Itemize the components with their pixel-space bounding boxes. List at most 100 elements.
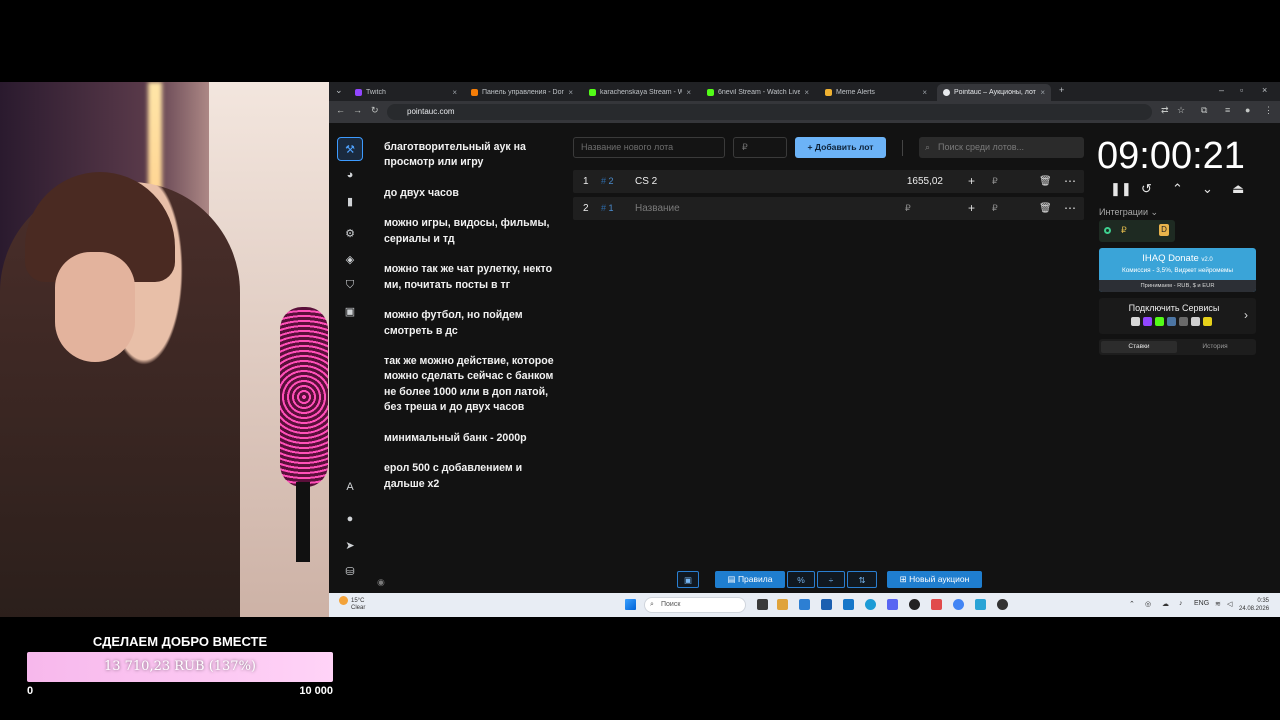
menu-icon[interactable]: ⋮: [1264, 105, 1273, 116]
stats-icon[interactable]: ▮: [337, 189, 363, 213]
taskbar-search[interactable]: ⌕ Поиск: [644, 597, 746, 613]
lot-name[interactable]: Название: [635, 203, 680, 214]
new-tab-icon[interactable]: +: [1059, 85, 1064, 95]
discord-icon[interactable]: [887, 599, 898, 610]
minimize-icon[interactable]: –: [1219, 85, 1224, 95]
chrome-icon[interactable]: [953, 599, 964, 610]
chevron-up-icon[interactable]: ⌃: [1172, 181, 1183, 197]
settings-gear-icon[interactable]: ⚙: [337, 221, 363, 245]
weather-widget[interactable]: 15°C Clear: [339, 596, 365, 612]
task-view-icon[interactable]: [757, 599, 768, 610]
trash-icon[interactable]: 🗑: [1039, 176, 1052, 187]
chat-icon[interactable]: [799, 599, 810, 610]
outlook-icon[interactable]: [843, 599, 854, 610]
telegram-taskbar-icon[interactable]: [975, 599, 986, 610]
clock[interactable]: 0:35 24.08.2026: [1239, 597, 1269, 613]
forward-icon[interactable]: →: [353, 105, 362, 115]
lot-row[interactable]: 1 # 2 CS 2 1655,02 + ₽ 🗑 ⋯: [573, 170, 1084, 193]
wheel-icon[interactable]: ◕: [337, 163, 363, 187]
app-icon[interactable]: [997, 599, 1008, 610]
tab-donationalerts[interactable]: Панель управления - DonationAlerts ×: [465, 84, 579, 101]
tray-chevron-icon[interactable]: ⌃: [1129, 600, 1135, 608]
integrations-label: Интеграции: [1099, 207, 1148, 217]
double-up-icon[interactable]: ⏏: [1232, 181, 1244, 197]
more-icon[interactable]: ⋯: [1064, 174, 1076, 188]
rub-icon[interactable]: ₽: [992, 203, 998, 214]
extensions-icon[interactable]: ⧉: [1201, 105, 1207, 116]
lot-row[interactable]: 2 # 1 Название ₽ + ₽ 🗑 ⋯: [573, 197, 1084, 220]
tray-icon[interactable]: ☁: [1162, 600, 1169, 608]
sort-icon[interactable]: ⇅: [847, 571, 877, 588]
add-amount-icon[interactable]: +: [968, 201, 975, 215]
pause-icon[interactable]: ❚❚: [1110, 181, 1132, 197]
reset-icon[interactable]: ↺: [1141, 181, 1152, 197]
close-icon[interactable]: ×: [1040, 88, 1045, 97]
app-icon[interactable]: [931, 599, 942, 610]
tab-history[interactable]: История: [1177, 341, 1253, 353]
layers-icon[interactable]: ◈: [337, 247, 363, 271]
save-icon[interactable]: ▣: [677, 571, 699, 588]
widgets-icon[interactable]: [777, 599, 788, 610]
back-icon[interactable]: ←: [336, 105, 345, 115]
rules-button[interactable]: ▤ Правила: [715, 571, 785, 588]
media-library-icon[interactable]: ▣: [337, 299, 363, 323]
new-lot-amount-input[interactable]: ₽: [733, 137, 787, 158]
tab-kick-6nevil[interactable]: 6nevil Stream - Watch Live on Kick ×: [701, 84, 815, 101]
language-indicator[interactable]: ENG: [1194, 600, 1209, 607]
volume-icon[interactable]: ◁: [1227, 600, 1232, 608]
obs-icon[interactable]: [909, 599, 920, 610]
integrations-dropdown[interactable]: Интеграции ⌄: [1099, 207, 1158, 218]
tab-search-icon[interactable]: ⌄: [335, 85, 343, 96]
profile-avatar[interactable]: ●: [1245, 105, 1250, 115]
shield-icon[interactable]: ⛉: [337, 273, 363, 297]
tab-kick-karachenskaya[interactable]: karachenskaya Stream - Watch Live on Kic…: [583, 84, 697, 101]
bookmark-star-icon[interactable]: ☆: [1177, 105, 1185, 116]
kick-icon: [707, 89, 714, 96]
trash-icon[interactable]: 🗑: [1039, 203, 1052, 214]
new-auction-button[interactable]: ⊞ Новый аукцион: [887, 571, 982, 588]
windows-start-icon[interactable]: [625, 599, 636, 610]
connect-services-card[interactable]: Подключить Сервисы ›: [1099, 298, 1256, 334]
percent-button[interactable]: %: [787, 571, 815, 588]
telegram-icon[interactable]: ➤: [337, 533, 363, 557]
tip-jar-icon[interactable]: ⛁: [337, 559, 363, 583]
rub-icon[interactable]: ₽: [992, 176, 998, 187]
tab-twitch[interactable]: Twitch ×: [349, 84, 463, 101]
app-icon[interactable]: [821, 599, 832, 610]
weather-desc: Clear: [351, 605, 366, 612]
close-icon[interactable]: ×: [568, 88, 573, 97]
eye-icon[interactable]: ◉: [377, 577, 385, 588]
url-field[interactable]: pointauc.com: [387, 104, 1152, 120]
tab-bets[interactable]: Ставки: [1101, 341, 1177, 353]
integrations-status[interactable]: ₽ D: [1099, 220, 1175, 242]
edge-icon[interactable]: [865, 599, 876, 610]
reading-list-icon[interactable]: ≡: [1225, 105, 1230, 115]
close-icon[interactable]: ×: [686, 88, 691, 97]
add-amount-icon[interactable]: +: [968, 174, 975, 188]
tray-icon[interactable]: ◎: [1145, 600, 1151, 608]
window-close-icon[interactable]: ×: [1262, 85, 1267, 95]
github-icon[interactable]: ●: [337, 507, 363, 531]
lot-search-input[interactable]: ⌕ Поиск среди лотов...: [919, 137, 1084, 158]
lot-name[interactable]: CS 2: [635, 176, 657, 187]
close-icon[interactable]: ×: [804, 88, 809, 97]
translate-language-icon[interactable]: A: [337, 475, 363, 499]
tab-meme-alerts[interactable]: Meme Alerts ×: [819, 84, 933, 101]
ihaq-donate-banner[interactable]: IHAQ Donate v2.0 Комиссия - 3,5%, Виджет…: [1099, 248, 1256, 292]
reload-icon[interactable]: ↻: [371, 105, 379, 116]
maximize-icon[interactable]: ▫: [1240, 85, 1243, 95]
add-lot-button[interactable]: + Добавить лот: [795, 137, 886, 158]
tab-pointauc[interactable]: Pointauc – Аукционы, лотереи ×: [937, 84, 1051, 101]
more-icon[interactable]: ⋯: [1064, 201, 1076, 215]
new-lot-name-input[interactable]: Название нового лота: [573, 137, 725, 158]
lot-amount[interactable]: 1655,02: [889, 176, 943, 187]
translate-icon[interactable]: ⇄: [1161, 105, 1169, 116]
close-icon[interactable]: ×: [452, 88, 457, 97]
auction-icon[interactable]: ⚒: [337, 137, 363, 161]
mic-tray-icon[interactable]: ♪: [1179, 600, 1183, 607]
chevron-down-icon[interactable]: ⌄: [1202, 181, 1213, 197]
split-icon[interactable]: ÷: [817, 571, 845, 588]
close-icon[interactable]: ×: [922, 88, 927, 97]
wifi-icon[interactable]: ≋: [1215, 600, 1221, 608]
lot-amount-rub-icon[interactable]: ₽: [905, 203, 911, 214]
